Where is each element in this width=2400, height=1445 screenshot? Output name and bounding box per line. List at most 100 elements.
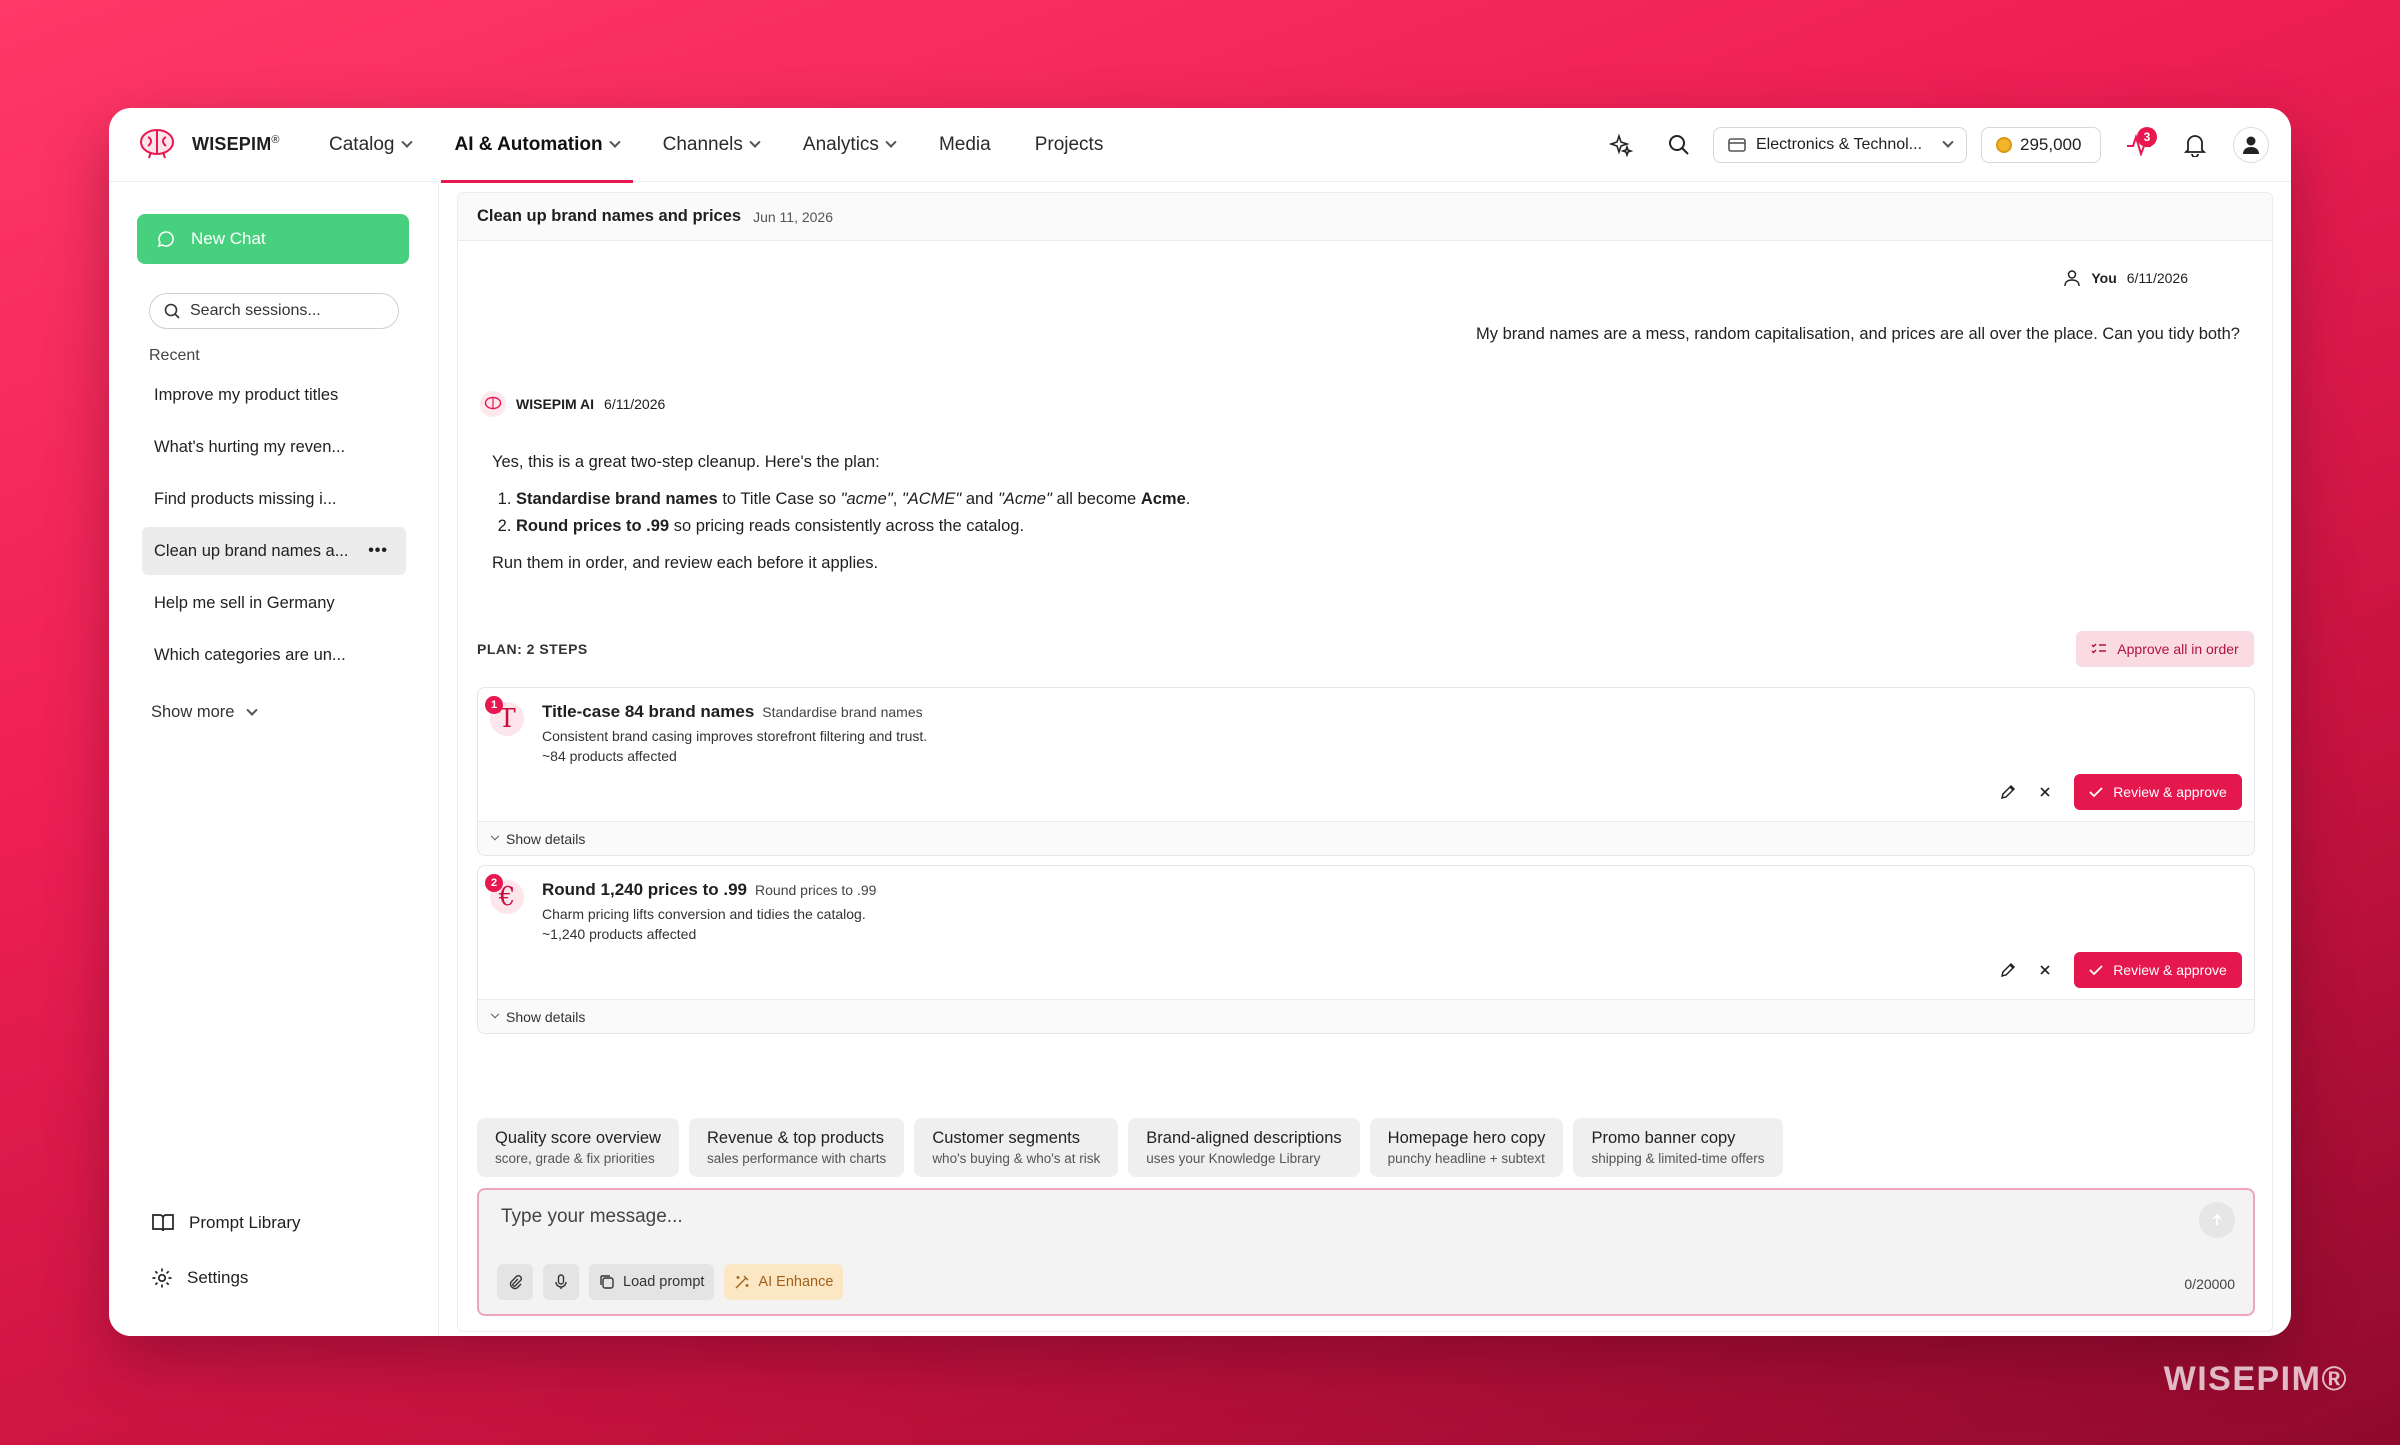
activity-count-badge: 3	[2137, 127, 2157, 147]
session-item[interactable]: What's hurting my reven...	[142, 423, 406, 471]
chat-title: Clean up brand names and prices	[477, 207, 742, 225]
edit-pencil-icon[interactable]	[2000, 962, 2016, 978]
nav-channels[interactable]: Channels	[649, 108, 773, 182]
brand-logo[interactable]: WISEPIM®	[138, 127, 280, 161]
chip-subtitle: punchy headline + subtext	[1387, 1151, 1545, 1166]
load-prompt-label: Load prompt	[623, 1274, 705, 1290]
ai-sparkle-button[interactable]	[1601, 125, 1641, 165]
approve-all-button[interactable]: Approve all in order	[2076, 631, 2254, 667]
step-affected-count: ~84 products affected	[542, 748, 677, 764]
suggestion-chip[interactable]: Promo banner copy shipping & limited-time…	[1573, 1118, 1783, 1177]
suggestion-chip[interactable]: Homepage hero copy punchy headline + subt…	[1369, 1118, 1564, 1177]
search-icon	[164, 303, 180, 319]
session-label: Help me sell in Germany	[154, 593, 335, 612]
composer-tools: Load prompt AI Enhance	[497, 1264, 844, 1300]
brand-name: WISEPIM®	[192, 133, 280, 154]
new-chat-button[interactable]: New Chat	[137, 214, 409, 264]
nav-label: Projects	[1034, 134, 1104, 155]
settings-link[interactable]: Settings	[151, 1258, 300, 1298]
edit-pencil-icon[interactable]	[2000, 784, 2016, 800]
top-bar: WISEPIM® Catalog AI & Automation Channel…	[109, 108, 2291, 183]
character-counter: 0/20000	[2184, 1276, 2235, 1292]
search-button[interactable]	[1659, 125, 1699, 165]
suggestion-chip[interactable]: Revenue & top products sales performance …	[688, 1118, 905, 1177]
chevron-down-icon	[1942, 136, 1954, 148]
chip-title: Customer segments	[932, 1129, 1080, 1147]
ai-message-date: 6/11/2026	[604, 396, 666, 412]
user-message: My brand names are a mess, random capita…	[1476, 325, 2240, 343]
close-icon[interactable]	[2038, 785, 2052, 799]
session-item[interactable]: Which categories are un...	[142, 631, 406, 679]
session-item[interactable]: Improve my product titles	[142, 371, 406, 419]
credits-badge[interactable]: 295,000	[1981, 127, 2101, 163]
plan-label: PLAN: 2 STEPS	[477, 641, 588, 657]
paperclip-icon	[509, 1275, 522, 1290]
ai-plan-list: Standardise brand names to Title Case so…	[516, 486, 1190, 540]
plan-step-card: € 2 Round 1,240 prices to .99 Round price…	[477, 865, 2255, 1034]
ai-avatar-icon	[480, 391, 506, 417]
user-message-date: 6/11/2026	[2126, 270, 2188, 286]
session-label: What's hurting my reven...	[154, 437, 346, 456]
activity-button[interactable]: 3	[2119, 125, 2159, 165]
chevron-down-icon	[749, 136, 761, 148]
nav-catalog[interactable]: Catalog	[315, 108, 425, 182]
search-sessions-input[interactable]: Search sessions...	[149, 293, 399, 329]
nav-label: AI & Automation	[454, 134, 603, 155]
step-title: Title-case 84 brand names Standardise bra…	[542, 702, 923, 721]
show-details-label: Show details	[506, 1008, 586, 1025]
step-affected-count: ~1,240 products affected	[542, 926, 697, 942]
session-item[interactable]: Find products missing i...	[142, 475, 406, 523]
nav-projects[interactable]: Projects	[1021, 108, 1118, 182]
prompt-library-link[interactable]: Prompt Library	[151, 1203, 300, 1243]
session-item-active[interactable]: Clean up brand names a... •••	[142, 527, 406, 575]
microphone-icon	[555, 1274, 567, 1289]
more-options-icon[interactable]: •••	[368, 542, 388, 560]
approve-all-label: Approve all in order	[2117, 641, 2239, 657]
review-approve-button[interactable]: Review & approve	[2074, 774, 2242, 810]
suggestion-chips: Quality score overview score, grade & fix…	[477, 1118, 1783, 1177]
show-details-label: Show details	[506, 830, 586, 847]
voice-button[interactable]	[543, 1264, 579, 1300]
step-description: Charm pricing lifts conversion and tidie…	[542, 906, 866, 942]
user-avatar[interactable]	[2233, 127, 2269, 163]
search-icon	[1669, 135, 1689, 155]
ai-message-meta: WISEPIM AI 6/11/2026	[480, 391, 665, 417]
check-icon	[2089, 787, 2103, 798]
chevron-down-icon	[608, 136, 621, 148]
top-right-tools: Electronics & Technol... 295,000 3	[1601, 108, 2269, 182]
show-more-label: Show more	[151, 703, 235, 721]
attach-button[interactable]	[497, 1264, 533, 1300]
sparkle-icon	[1609, 133, 1633, 157]
suggestion-chip[interactable]: Quality score overview score, grade & fix…	[477, 1118, 679, 1177]
book-icon	[152, 1214, 174, 1232]
show-more-button[interactable]: Show more	[151, 703, 259, 722]
sessions-sidebar: New Chat Search sessions... Recent Impro…	[109, 183, 439, 1336]
nav-ai-automation[interactable]: AI & Automation	[440, 108, 633, 183]
chip-subtitle: who's buying & who's at risk	[932, 1151, 1101, 1166]
notifications-button[interactable]	[2175, 125, 2215, 165]
message-composer[interactable]: Type your message... Load prompt AI Enha…	[477, 1188, 2255, 1316]
session-label: Improve my product titles	[154, 385, 339, 404]
load-prompt-button[interactable]: Load prompt	[589, 1264, 715, 1300]
session-label: Find products missing i...	[154, 489, 337, 508]
main-nav: Catalog AI & Automation Channels Analyti…	[315, 108, 1133, 183]
step-subtitle: Round prices to .99	[755, 882, 877, 898]
credits-value: 295,000	[2020, 135, 2082, 154]
message-input[interactable]: Type your message...	[501, 1206, 683, 1228]
close-icon[interactable]	[2038, 963, 2052, 977]
suggestion-chip[interactable]: Brand-aligned descriptions uses your Know…	[1128, 1118, 1360, 1177]
send-button[interactable]	[2199, 1202, 2235, 1238]
step-actions: Review & approve	[2000, 952, 2242, 988]
session-item[interactable]: Help me sell in Germany	[142, 579, 406, 627]
chip-subtitle: score, grade & fix priorities	[495, 1151, 655, 1166]
nav-media[interactable]: Media	[925, 108, 1005, 182]
nav-analytics[interactable]: Analytics	[789, 108, 909, 182]
suggestion-chip[interactable]: Customer segments who's buying & who's at…	[914, 1118, 1119, 1177]
chevron-down-icon	[490, 831, 500, 840]
copy-prompt-icon	[600, 1275, 614, 1289]
show-details-toggle[interactable]: Show details	[478, 999, 2254, 1033]
store-selector[interactable]: Electronics & Technol...	[1713, 127, 1967, 163]
ai-enhance-button[interactable]: AI Enhance	[724, 1264, 844, 1300]
show-details-toggle[interactable]: Show details	[478, 821, 2254, 855]
review-approve-button[interactable]: Review & approve	[2074, 952, 2242, 988]
